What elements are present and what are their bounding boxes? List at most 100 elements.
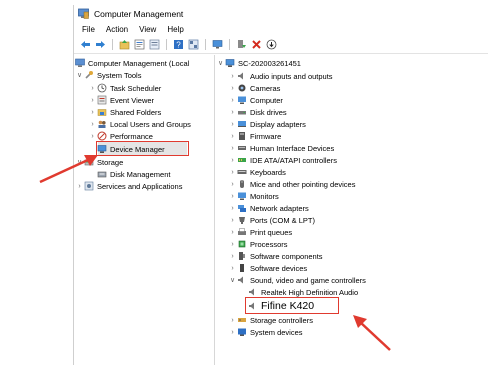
device-category[interactable]: › Display adapters [228, 118, 306, 130]
device-category[interactable]: › System devices [228, 326, 303, 338]
toolbar-separator [229, 39, 230, 50]
device-category[interactable]: › Firmware [228, 130, 281, 142]
device-category[interactable]: › Software devices [228, 262, 307, 274]
enable-device-icon[interactable] [236, 39, 247, 50]
tree-item-event-viewer[interactable]: › Event Viewer [88, 94, 154, 106]
tree-item-root[interactable]: Computer Management (Local [75, 57, 189, 69]
chevron-right-icon[interactable]: › [228, 133, 237, 140]
menu-view[interactable]: View [139, 25, 156, 34]
tree-item-disk-management[interactable]: Disk Management [97, 168, 170, 180]
toolbar: ? [74, 36, 488, 54]
chevron-right-icon[interactable]: › [228, 241, 237, 248]
monitor-icon[interactable] [212, 39, 223, 50]
device-category[interactable]: › Processors [228, 238, 287, 250]
tree-item-shared-folders[interactable]: › Shared Folders [88, 106, 161, 118]
tree-item-label: Event Viewer [110, 95, 155, 105]
chevron-right-icon[interactable]: › [228, 329, 237, 336]
tree-item-label: Services and Applications [97, 181, 183, 191]
chevron-right-icon[interactable]: › [228, 217, 237, 224]
menu-action[interactable]: Action [106, 25, 128, 34]
device-category-label: Keyboards [250, 167, 286, 177]
menu-file[interactable]: File [82, 25, 95, 34]
chevron-down-icon[interactable]: ∨ [228, 276, 237, 284]
chevron-right-icon[interactable]: › [228, 145, 237, 152]
properties-icon[interactable] [134, 39, 145, 50]
device-category-label: System devices [250, 327, 303, 337]
tree-item-computer[interactable]: ∨ SC-202003261451 [216, 57, 301, 69]
speaker-icon [237, 275, 247, 285]
remove-icon[interactable] [251, 39, 262, 50]
list-icon[interactable] [149, 39, 160, 50]
back-icon[interactable] [80, 39, 91, 50]
chevron-right-icon[interactable]: › [88, 133, 97, 140]
device-category[interactable]: › Storage controllers [228, 314, 313, 326]
chevron-down-icon[interactable]: ∨ [216, 59, 225, 67]
computer-icon [225, 58, 235, 68]
device-category-label: Monitors [250, 191, 279, 201]
chevron-right-icon[interactable]: › [228, 193, 237, 200]
device-category[interactable]: › Disk drives [228, 106, 286, 118]
chevron-right-icon[interactable]: › [228, 97, 237, 104]
computer-management-icon [75, 58, 85, 68]
monitor-icon [237, 191, 247, 201]
chevron-right-icon[interactable]: › [88, 121, 97, 128]
chevron-right-icon[interactable]: › [228, 265, 237, 272]
chevron-right-icon[interactable]: › [88, 109, 97, 116]
chevron-right-icon[interactable]: › [228, 121, 237, 128]
chevron-right-icon[interactable]: › [228, 317, 237, 324]
device-category[interactable]: › Cameras [228, 82, 280, 94]
window-title: Computer Management [94, 8, 184, 19]
chevron-right-icon[interactable]: › [228, 73, 237, 80]
storage-controller-icon [237, 315, 247, 325]
title-bar: Computer Management [74, 5, 488, 22]
toolbar-separator [205, 39, 206, 50]
chevron-right-icon[interactable]: › [228, 85, 237, 92]
display-adapter-icon [237, 119, 247, 129]
system-device-icon [237, 327, 247, 337]
chevron-right-icon[interactable]: › [228, 169, 237, 176]
computer-management-icon [78, 8, 89, 19]
device-category[interactable]: › Software components [228, 250, 322, 262]
help-icon[interactable]: ? [173, 39, 184, 50]
device-category[interactable]: › Print queues [228, 226, 292, 238]
device-category[interactable]: › IDE ATA/ATAPI controllers [228, 154, 337, 166]
device-category[interactable]: › Audio inputs and outputs [228, 70, 332, 82]
tree-item-label: SC-202003261451 [238, 58, 301, 68]
forward-icon[interactable] [95, 39, 106, 50]
content-panes: Computer Management (Local ∨ System Tool… [74, 55, 488, 365]
camera-icon [237, 83, 247, 93]
device-category[interactable]: › Network adapters [228, 202, 308, 214]
tree-item-task-scheduler[interactable]: › Task Scheduler [88, 82, 161, 94]
update-driver-icon[interactable] [266, 39, 277, 50]
tree-item-label: Task Scheduler [110, 83, 162, 93]
up-folder-icon[interactable] [119, 39, 130, 50]
chevron-down-icon[interactable]: ∨ [75, 71, 84, 79]
chevron-right-icon[interactable]: › [228, 205, 237, 212]
device-category[interactable]: › Mice and other pointing devices [228, 178, 355, 190]
chevron-right-icon[interactable]: › [88, 85, 97, 92]
device-category[interactable]: › Monitors [228, 190, 279, 202]
device-category-label: Ports (COM & LPT) [250, 215, 316, 225]
device-category[interactable]: › Ports (COM & LPT) [228, 214, 315, 226]
tools-icon [84, 70, 94, 80]
chevron-right-icon[interactable]: › [228, 229, 237, 236]
tree-item-system-tools[interactable]: ∨ System Tools [75, 69, 142, 81]
shared-folder-icon [97, 107, 107, 117]
chevron-right-icon[interactable]: › [228, 157, 237, 164]
grid-icon[interactable] [188, 39, 199, 50]
chevron-right-icon[interactable]: › [228, 109, 237, 116]
tree-item-local-users[interactable]: › Local Users and Groups [88, 118, 191, 130]
tree-item-label: System Tools [97, 70, 142, 80]
device-category[interactable]: › Human Interface Devices [228, 142, 334, 154]
chevron-right-icon[interactable]: › [88, 97, 97, 104]
printer-icon [237, 227, 247, 237]
device-category[interactable]: › Computer [228, 94, 283, 106]
disk-drive-icon [237, 107, 247, 117]
device-category[interactable]: › Keyboards [228, 166, 286, 178]
device-category-label: Display adapters [250, 119, 306, 129]
chevron-right-icon[interactable]: › [228, 181, 237, 188]
toolbar-separator [112, 39, 113, 50]
menu-help[interactable]: Help [167, 25, 183, 34]
chevron-right-icon[interactable]: › [228, 253, 237, 260]
device-category-sound[interactable]: ∨ Sound, video and game controllers [228, 274, 366, 286]
